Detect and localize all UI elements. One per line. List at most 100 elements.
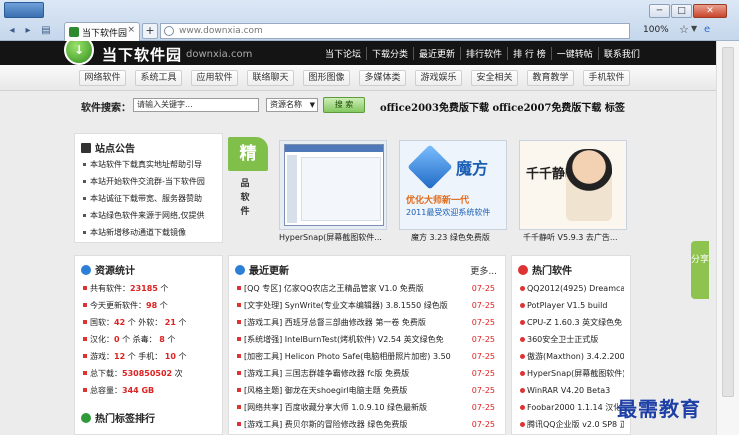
address-bar[interactable]: www.downxia.com xyxy=(160,23,630,39)
recent-title: 最近更新 xyxy=(235,262,289,277)
featured-thumb-hypersnap[interactable] xyxy=(279,140,387,230)
list-item[interactable]: HyperSnap(屏幕截图软件) xyxy=(520,365,624,382)
stats-list: 共有软件：23185 个 今天更新软件：98 个 国软：42 个 外软： 21 … xyxy=(83,280,216,399)
logo-icon[interactable]: ↓ xyxy=(64,41,94,65)
tags-title: 热门标签排行 xyxy=(81,410,155,425)
cube-icon xyxy=(407,144,453,190)
search-button[interactable]: 搜 索 xyxy=(323,97,365,113)
featured-caption[interactable]: HyperSnap(屏幕截图软件... xyxy=(279,232,391,243)
category-security[interactable]: 安全相关 xyxy=(471,70,518,86)
recent-list: [QQ 专区] 亿家QQ农店之王精品管家 V1.0 免费版 07-25 [文字处理… xyxy=(237,280,497,433)
category-chat[interactable]: 联络聊天 xyxy=(247,70,294,86)
featured-caption[interactable]: 千千静听 V5.9.3 去广告... xyxy=(523,232,635,243)
list-item[interactable]: [QQ 专区] 亿家QQ农店之王精品管家 V1.0 免费版 07-25 xyxy=(237,280,497,297)
stat-row: 汉化：0 个 杀毒： 8 个 xyxy=(83,331,216,348)
category-graphics[interactable]: 图形图像 xyxy=(303,70,350,86)
chevron-down-icon[interactable]: ▼ xyxy=(691,24,697,33)
tab-close-icon[interactable]: × xyxy=(127,25,135,35)
stats-icon xyxy=(81,265,91,275)
page-menu-icon[interactable]: ▤ xyxy=(38,23,54,38)
category-network[interactable]: 网络软件 xyxy=(79,70,126,86)
scrollbar-thumb[interactable] xyxy=(722,47,734,397)
category-games[interactable]: 游戏娱乐 xyxy=(415,70,462,86)
list-item[interactable]: [文字处理] SynWrite(专业文本编辑器) 3.8.1550 绿色版 07-… xyxy=(237,297,497,314)
list-item[interactable]: 傲游(Maxthon) 3.4.2.2000 xyxy=(520,348,624,365)
site-favicon-icon xyxy=(69,27,79,37)
portrait-image xyxy=(566,149,612,221)
list-item[interactable]: [加密工具] Helicon Photo Safe(电脑相册照片加密) 3.50… xyxy=(237,348,497,365)
search-input[interactable]: 请输入关键字... xyxy=(133,98,259,112)
featured-thumb-ttplayer[interactable]: 千千静听 xyxy=(519,140,627,230)
favorite-star-icon[interactable]: ☆ xyxy=(679,23,689,36)
ie-logo-icon[interactable]: e xyxy=(704,24,710,35)
list-item[interactable]: [游戏工具] 西班牙总督三部曲修改器 第一卷 免费版 07-25 xyxy=(237,314,497,331)
stat-row: 国软：42 个 外软： 21 个 xyxy=(83,314,216,331)
list-item[interactable]: Foobar2000 1.1.14 汉化 xyxy=(520,399,624,416)
window-titlebar: ─ □ ✕ xyxy=(0,0,739,20)
app-menu-button[interactable] xyxy=(4,2,44,18)
minimize-button[interactable]: ─ xyxy=(649,4,670,18)
stat-row: 总下载：530850502 次 xyxy=(83,365,216,382)
category-education[interactable]: 教育教学 xyxy=(527,70,574,86)
list-item[interactable]: 本站新增移动通道下载镜像 xyxy=(83,224,216,241)
category-multimedia[interactable]: 多媒体类 xyxy=(359,70,406,86)
tags-icon xyxy=(81,413,91,423)
vertical-scrollbar[interactable] xyxy=(716,41,739,435)
list-item[interactable]: CPU-Z 1.60.3 英文绿色免 xyxy=(520,314,624,331)
maximize-button[interactable]: □ xyxy=(671,4,692,18)
nav-forum[interactable]: 当下论坛 xyxy=(320,47,366,60)
browser-tab[interactable]: 当下软件园 × xyxy=(64,22,140,41)
announcement-icon xyxy=(81,143,91,153)
list-item[interactable]: 360安全卫士正式版 xyxy=(520,331,624,348)
tab-title: 当下软件园 xyxy=(82,29,128,39)
globe-icon xyxy=(164,26,174,36)
list-item[interactable]: [风格主题] 御龙在天shoegirl电脑主题 免费版 07-25 xyxy=(237,382,497,399)
category-mobile[interactable]: 手机软件 xyxy=(583,70,630,86)
list-item[interactable]: [网络共享] 百度收藏分享大师 1.0.9.10 绿色最新版 07-25 xyxy=(237,399,497,416)
list-item[interactable]: 本站软件下载真实地址帮助引导 xyxy=(83,156,216,173)
share-button[interactable]: 分享 xyxy=(691,241,709,299)
browser-toolbar: ◂ ▸ ▤ 当下软件园 × + www.downxia.com 100% ☆ ▼… xyxy=(0,20,739,41)
search-type-value: 资源名称 xyxy=(270,100,302,109)
category-bar: 网络软件 系统工具 应用软件 联络聊天 图形图像 多媒体类 游戏娱乐 安全相关 … xyxy=(0,65,716,91)
list-item[interactable]: 本站诚征下载带宽、服务器赞助 xyxy=(83,190,216,207)
nav-one-click-repost[interactable]: 一键转帖 xyxy=(550,47,598,60)
thumb-title: 魔方 xyxy=(456,159,489,178)
search-bar: 软件搜索： 请输入关键字... 资源名称 ▼ 搜 索 office2003免费版下… xyxy=(0,93,716,117)
zoom-level[interactable]: 100% xyxy=(643,25,669,35)
stat-row: 共有软件：23185 个 xyxy=(83,280,216,297)
announcements-list: 本站软件下载真实地址帮助引导 本站开始软件交流群-当下软件园 本站诚征下载带宽、… xyxy=(83,156,216,241)
browser-chrome: ─ □ ✕ ◂ ▸ ▤ 当下软件园 × + www.downxia.com 10… xyxy=(0,0,739,41)
stats-panel: 资源统计 共有软件：23185 个 今天更新软件：98 个 国软：42 个 外软… xyxy=(74,255,223,435)
list-item[interactable]: [游戏工具] 费贝尔斯的冒险修改器 绿色免费版 07-25 xyxy=(237,416,497,433)
category-system-tools[interactable]: 系统工具 xyxy=(135,70,182,86)
nav-ranked-software[interactable]: 排行软件 xyxy=(460,47,507,60)
search-button-label: 搜 索 xyxy=(334,100,354,109)
web-page: ↓ 当下软件园 downxia.com 当下论坛 下载分类 最近更新 排行软件 … xyxy=(0,41,716,435)
new-tab-button[interactable]: + xyxy=(142,23,158,39)
address-url: www.downxia.com xyxy=(179,26,263,36)
featured-thumb-mofang[interactable]: 魔方 优化大师新一代 2011最受欢迎系统软件 xyxy=(399,140,507,230)
nav-contact-us[interactable]: 联系我们 xyxy=(597,47,645,60)
recent-more-link[interactable]: 更多... xyxy=(470,264,497,277)
close-window-button[interactable]: ✕ xyxy=(693,4,727,18)
recent-icon xyxy=(235,265,245,275)
list-item[interactable]: WinRAR V4.20 Beta3 xyxy=(520,382,624,399)
site-logo-text[interactable]: 当下软件园 xyxy=(102,44,182,65)
list-item[interactable]: 本站绿色软件来源于网络,仅提供 xyxy=(83,207,216,224)
list-item[interactable]: 腾讯QQ企业版 v2.0 SP8 正 xyxy=(520,416,624,433)
category-applications[interactable]: 应用软件 xyxy=(191,70,238,86)
nav-ranking[interactable]: 排 行 榜 xyxy=(507,47,551,60)
list-item[interactable]: PotPlayer V1.5 build xyxy=(520,297,624,314)
featured-caption[interactable]: 魔方 3.23 绿色免费版 xyxy=(411,232,523,243)
back-icon[interactable]: ◂ xyxy=(4,23,20,38)
list-item[interactable]: [游戏工具] 三国志群雄争霸修改器 fc版 免费版 07-25 xyxy=(237,365,497,382)
list-item[interactable]: [系统增强] IntelBurnTest(烤机软件) V2.54 英文绿色免 07… xyxy=(237,331,497,348)
search-type-select[interactable]: 资源名称 ▼ xyxy=(266,98,318,112)
search-promo-links[interactable]: office2003免费版下载 office2007免费版下载 标签 xyxy=(380,99,625,114)
nav-recent-updates[interactable]: 最近更新 xyxy=(413,47,460,60)
list-item[interactable]: 本站开始软件交流群-当下软件园 xyxy=(83,173,216,190)
forward-icon[interactable]: ▸ xyxy=(20,23,36,38)
nav-download-categories[interactable]: 下载分类 xyxy=(366,47,413,60)
list-item[interactable]: QQ2012(4925) Dreamcast xyxy=(520,280,624,297)
